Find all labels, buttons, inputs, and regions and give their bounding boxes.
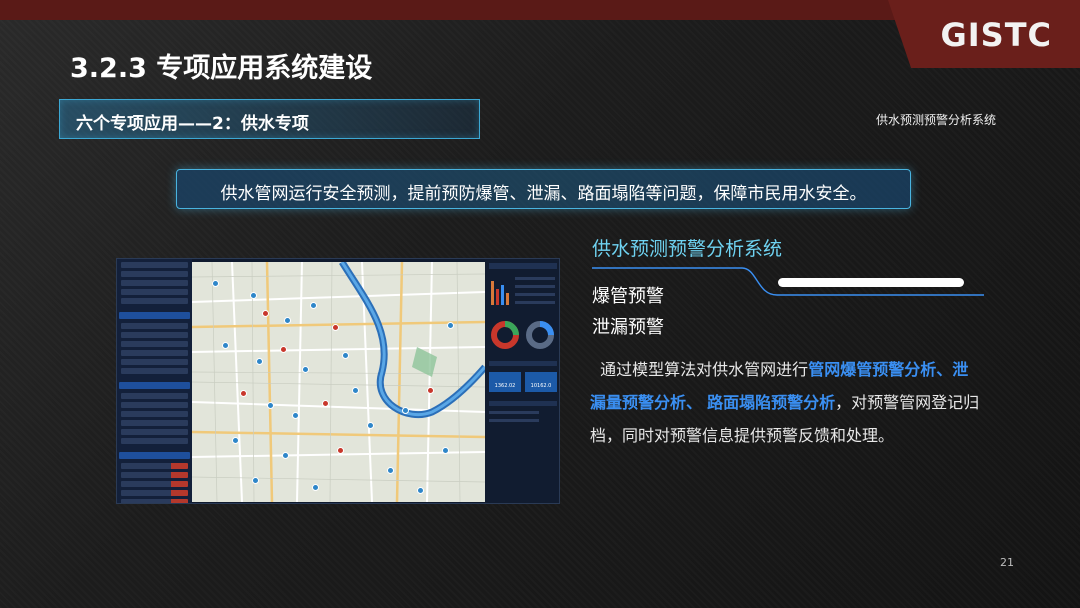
screenshot-map (192, 262, 485, 502)
system-name-label: 供水预测预警分析系统 (876, 113, 997, 127)
section-header: 六个专项应用——2：供水专项 (59, 99, 480, 139)
map-roads (192, 262, 485, 502)
stat-value-2: 10162.0 (530, 383, 552, 389)
page-title: 3.2.3 专项应用系统建设 (70, 53, 373, 84)
system-screenshot: 1362.02 10162.0 (116, 258, 560, 504)
stats-graphics (489, 263, 557, 422)
system-title: 供水预测预警分析系统 (592, 238, 783, 260)
banner-text: 供水管网运行安全预测，提前预防爆管、泄漏、路面塌陷等问题，保障市民用水安全。 (220, 184, 867, 204)
highlight-collapse: 路面塌陷预警分析 (707, 393, 836, 412)
summary-banner: 供水管网运行安全预测，提前预防爆管、泄漏、路面塌陷等问题，保障市民用水安全。 (176, 169, 911, 209)
leak-warning-label: 泄漏预警 (592, 317, 664, 338)
stat-value-1: 1362.02 (494, 383, 516, 389)
burst-warning-label: 爆管预警 (592, 286, 664, 307)
brand-logo: GISTC (940, 16, 1052, 54)
section-label: 六个专项应用——2：供水专项 (76, 114, 309, 134)
screenshot-sidebar (117, 259, 192, 503)
desc-prefix: 通过模型算法对供水管网进行 (600, 360, 809, 379)
screenshot-stats-panel: 1362.02 10162.0 (485, 259, 559, 503)
page-number: 21 (1000, 556, 1014, 569)
highlight-burst: 管网爆管预警分析、 (808, 360, 953, 379)
description-paragraph: 通过模型算法对供水管网进行管网爆管预警分析、泄漏量预警分析、 路面塌陷预警分析，… (590, 353, 980, 452)
